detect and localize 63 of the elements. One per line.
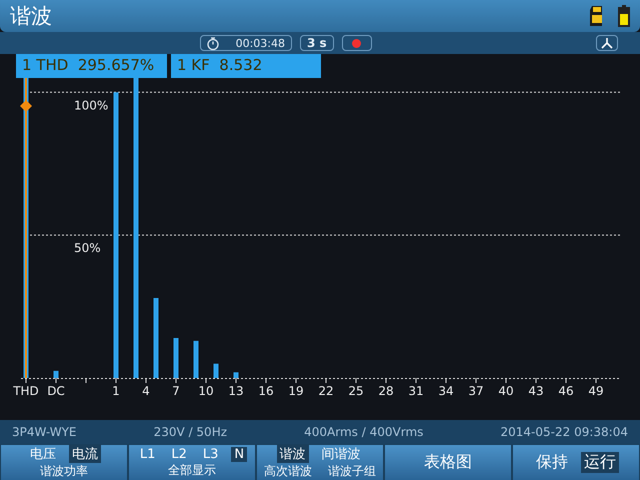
wiring-button[interactable] [596,35,618,51]
softkey-option[interactable]: L2 [168,446,190,462]
bar [194,340,198,378]
x-tick-label: 16 [258,384,274,398]
softkey[interactable]: 保持 运行 [512,444,640,480]
branch-icon [600,37,614,49]
softkey-option[interactable]: 表格图 [421,452,475,473]
sd-card-icon [590,6,604,26]
elapsed-time: 00:03:48 [236,36,285,50]
battery-icon [618,5,630,27]
measurement-readout: 1 THD 295.657% [16,54,167,78]
softkey-option[interactable]: N [231,446,248,462]
x-tick-label: 19 [288,384,304,398]
softkey-option[interactable]: 谐波子组 [325,463,379,480]
softkey[interactable]: 电压 电流 谐波功率 [0,444,128,480]
bar [234,372,238,378]
softkey-option[interactable]: 谐波功率 [37,463,91,480]
softkey-option[interactable]: 电压 [27,445,59,463]
x-tick-label: 4 [142,384,150,398]
x-tick-label: THD [13,384,39,398]
record-icon [352,38,362,48]
x-tick-label: 34 [438,384,454,398]
softkey[interactable]: L1 L2 L3 N 全部显示 [128,444,256,480]
x-tick-label: 28 [378,384,394,398]
softkey-option[interactable]: 全部显示 [165,462,219,478]
softkey-option[interactable]: 高次谐波 [261,463,315,480]
measurement-readout: 1 KF 8.532 [171,54,321,78]
x-tick-label: DC [47,384,65,398]
x-tick-label: 46 [558,384,574,398]
x-tick-label: 13 [228,384,244,398]
record-button[interactable] [342,35,372,51]
x-tick-label: 7 [172,384,180,398]
y-tick-label: 50% [74,241,101,256]
softkey-option[interactable]: 电流 [69,445,101,463]
x-tick-label: 37 [468,384,484,398]
x-tick-label: 25 [348,384,364,398]
softkey-option[interactable]: L3 [200,446,222,462]
y-tick-label: 100% [74,98,108,112]
x-tick-label: 40 [498,384,514,398]
softkey-option[interactable]: L1 [136,446,158,462]
status-text: 2014-05-22 09:38:04 [500,425,628,439]
x-tick-label: 22 [318,384,334,398]
softkey-option[interactable]: 保持 [533,452,571,473]
window-title: 谐波 [10,3,53,30]
x-tick-label: 10 [198,384,214,398]
softkey-option[interactable]: 运行 [581,452,619,473]
stopwatch-icon [207,36,219,50]
status-text: 3P4W-WYE [12,425,77,439]
softkey-option[interactable]: 间谐波 [318,445,364,463]
x-tick-label: 49 [588,384,604,398]
interval-button[interactable]: 3 s [300,35,334,51]
status-text: 400Arms / 400Vrms [304,425,424,439]
x-tick-label: 31 [408,384,424,398]
bar [174,338,178,378]
x-tick-label: 1 [112,384,120,398]
bar [54,370,58,378]
softkey-option[interactable]: 谐波 [276,445,308,463]
softkey[interactable]: 表格图 [384,444,512,480]
x-tick-label: 43 [528,384,544,398]
softkey[interactable]: 谐波 间谐波 高次谐波 谐波子组 [256,444,384,480]
status-text: 230V / 50Hz [154,425,228,439]
bar [214,364,218,378]
cursor-drawing[interactable] [20,78,32,378]
